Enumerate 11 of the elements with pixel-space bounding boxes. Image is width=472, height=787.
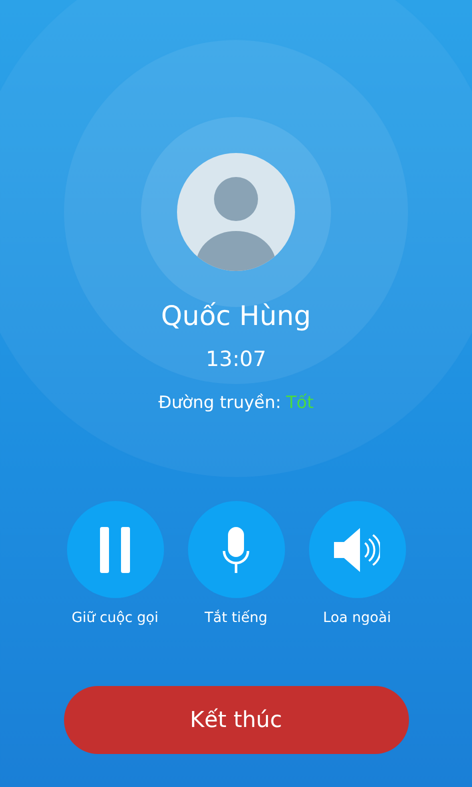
end-call-button[interactable]: Kết thúc: [64, 686, 408, 754]
connection-label: Đường truyền:: [158, 392, 282, 415]
action-label: Tắt tiếng: [204, 608, 268, 628]
contact-name: Quốc Hùng: [161, 300, 311, 334]
pause-icon: [100, 526, 130, 572]
call-duration: 13:07: [206, 346, 266, 373]
connection-status: Tốt: [286, 392, 314, 415]
action-label: Loa ngoài: [323, 609, 391, 628]
speaker-icon: [334, 528, 380, 572]
microphone-icon: [221, 526, 251, 572]
action-label: Giữ cuộc gọi: [72, 609, 158, 628]
